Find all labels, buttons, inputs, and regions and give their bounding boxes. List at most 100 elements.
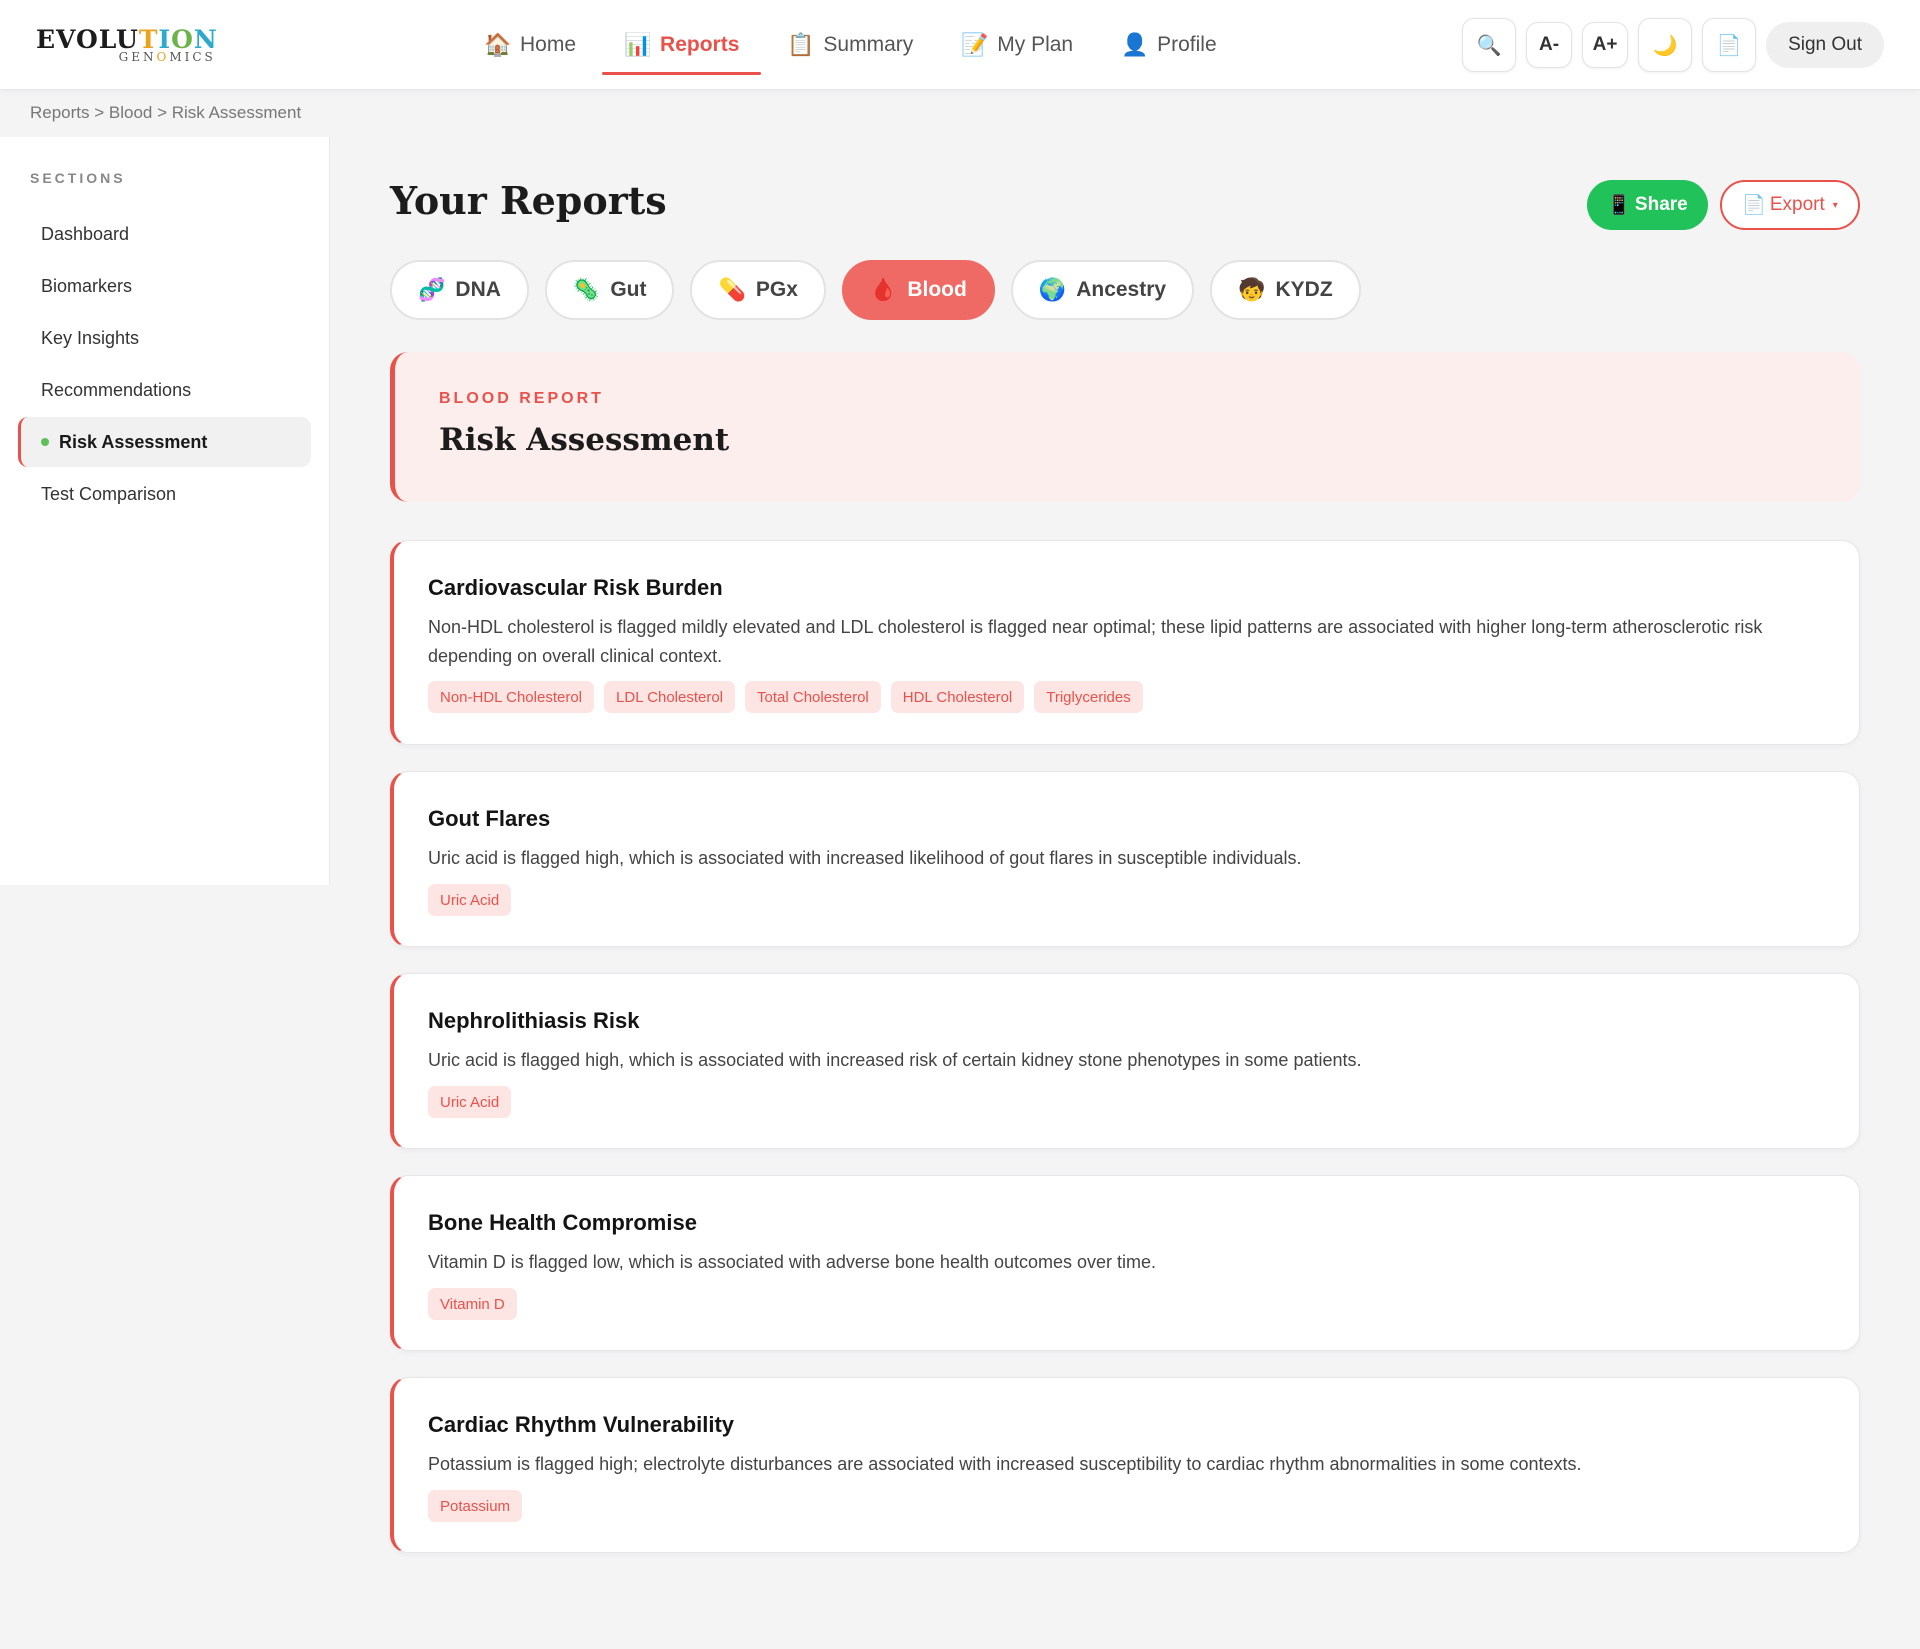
nav-home-label: Home — [520, 33, 577, 56]
sidebar-item-label: Biomarkers — [41, 275, 133, 296]
nav-reports-label: Reports — [660, 33, 740, 56]
sidebar-item-test-comparison[interactable]: Test Comparison — [18, 469, 311, 519]
biomarker-tag[interactable]: Potassium — [428, 1490, 523, 1522]
sign-out-button[interactable]: Sign Out — [1766, 22, 1884, 68]
nav-summary-label: Summary — [823, 33, 914, 56]
dna-icon: 🧬 — [418, 277, 446, 302]
biomarker-tags: Uric Acid — [428, 1086, 512, 1118]
user-icon: 👤 — [1121, 32, 1149, 57]
moon-icon: 🌙 — [1652, 34, 1678, 57]
sidebar-item-label: Risk Assessment — [59, 431, 208, 452]
tab-gut[interactable]: 🦠 Gut — [544, 260, 675, 320]
document-icon: 📄 — [1716, 34, 1742, 57]
sidebar-item-label: Key Insights — [41, 327, 140, 348]
risk-card-title: Nephrolithiasis Risk — [428, 1008, 640, 1033]
pill-icon: 💊 — [718, 277, 746, 302]
sidebar-item-label: Test Comparison — [41, 483, 177, 504]
nav-my-plan-label: My Plan — [997, 33, 1074, 56]
tab-label: KYDZ — [1275, 278, 1333, 301]
blood-drop-icon: 🩸 — [869, 277, 898, 302]
risk-card-description: Uric acid is flagged high, which is asso… — [428, 1050, 1362, 1070]
biomarker-tag[interactable]: HDL Cholesterol — [890, 681, 1025, 713]
top-navigation-bar: EVOLUTION GENOMICS 🏠 Home 📊 Reports 📋 Su… — [0, 0, 1920, 90]
biomarker-tag[interactable]: LDL Cholesterol — [604, 681, 736, 713]
tab-blood[interactable]: 🩸 Blood — [841, 260, 995, 320]
biomarker-tag[interactable]: Triglycerides — [1034, 681, 1143, 713]
nav-profile-label: Profile — [1157, 33, 1217, 56]
tab-label: Gut — [610, 278, 647, 301]
search-button[interactable]: 🔍 — [1462, 18, 1517, 72]
biomarker-tag[interactable]: Uric Acid — [428, 884, 512, 916]
font-increase-button[interactable]: A+ — [1582, 22, 1629, 68]
nav-my-plan[interactable]: 📝 My Plan — [939, 0, 1095, 90]
share-button[interactable]: 📱 Share — [1587, 180, 1708, 230]
export-label: Export — [1769, 194, 1825, 215]
section-kicker: BLOOD REPORT — [439, 390, 604, 407]
chevron-down-icon: ▾ — [1832, 199, 1838, 211]
risk-card-title: Bone Health Compromise — [428, 1210, 697, 1235]
document-button[interactable]: 📄 — [1702, 18, 1757, 72]
report-tabs: 🧬 DNA 🦠 Gut 💊 PGx 🩸 Blood 🌍 Ancestry 🧒 K… — [390, 260, 1361, 320]
risk-card-description: Non-HDL cholesterol is flagged mildly el… — [428, 617, 1763, 666]
dark-mode-toggle[interactable]: 🌙 — [1638, 18, 1693, 72]
house-icon: 🏠 — [484, 32, 512, 57]
risk-card-title: Cardiac Rhythm Vulnerability — [428, 1412, 735, 1437]
main-nav: 🏠 Home 📊 Reports 📋 Summary 📝 My Plan 👤 P… — [462, 0, 1243, 90]
evolution-genomics-logo[interactable]: EVOLUTION GENOMICS — [36, 26, 218, 65]
child-icon: 🧒 — [1238, 277, 1266, 302]
tab-kydz[interactable]: 🧒 KYDZ — [1210, 260, 1361, 320]
risk-card-title: Cardiovascular Risk Burden — [428, 575, 723, 600]
risk-card-cardiac-rhythm: Cardiac Rhythm Vulnerability Potassium i… — [390, 1377, 1860, 1553]
header-tools: 🔍 A- A+ 🌙 📄 Sign Out — [1462, 18, 1884, 72]
tab-dna[interactable]: 🧬 DNA — [390, 260, 529, 320]
sidebar-item-recommendations[interactable]: Recommendations — [18, 365, 311, 415]
risk-card-description: Uric acid is flagged high, which is asso… — [428, 848, 1302, 868]
nav-summary[interactable]: 📋 Summary — [765, 0, 935, 90]
biomarker-tags: Non-HDL Cholesterol LDL Cholesterol Tota… — [428, 681, 1143, 713]
sidebar-item-risk-assessment[interactable]: Risk Assessment — [18, 417, 311, 467]
risk-card-cardiovascular: Cardiovascular Risk Burden Non-HDL chole… — [390, 540, 1860, 745]
nav-home[interactable]: 🏠 Home — [462, 0, 598, 90]
active-dot-icon — [41, 438, 49, 446]
tab-pgx[interactable]: 💊 PGx — [690, 260, 826, 320]
biomarker-tags: Vitamin D — [428, 1288, 517, 1320]
sidebar-list: Dashboard Biomarkers Key Insights Recomm… — [18, 209, 311, 521]
risk-card-title: Gout Flares — [428, 806, 551, 831]
document-icon: 📄 — [1742, 195, 1766, 216]
memo-icon: 📝 — [961, 32, 989, 57]
sidebar-item-key-insights[interactable]: Key Insights — [18, 313, 311, 363]
tab-label: Ancestry — [1076, 278, 1167, 301]
page-title: Your Reports — [390, 178, 667, 223]
biomarker-tags: Potassium — [428, 1490, 523, 1522]
biomarker-tag[interactable]: Vitamin D — [428, 1288, 517, 1320]
search-icon: 🔍 — [1476, 34, 1502, 57]
nav-profile[interactable]: 👤 Profile — [1099, 0, 1239, 90]
risk-card-bone-health: Bone Health Compromise Vitamin D is flag… — [390, 1175, 1860, 1351]
sidebar-item-label: Dashboard — [41, 223, 130, 244]
phone-icon: 📱 — [1607, 195, 1631, 216]
section-title: Risk Assessment — [439, 422, 730, 458]
biomarker-tag[interactable]: Total Cholesterol — [745, 681, 881, 713]
sidebar-heading: SECTIONS — [30, 170, 126, 186]
risk-card-gout: Gout Flares Uric acid is flagged high, w… — [390, 771, 1860, 947]
globe-icon: 🌍 — [1038, 277, 1067, 302]
biomarker-tag[interactable]: Non-HDL Cholesterol — [428, 681, 595, 713]
sidebar-item-dashboard[interactable]: Dashboard — [18, 209, 311, 259]
tab-label: PGx — [755, 278, 798, 301]
tab-label: DNA — [455, 278, 501, 301]
tab-label: Blood — [907, 278, 967, 301]
biomarker-tags: Uric Acid — [428, 884, 512, 916]
microbe-icon: 🦠 — [572, 277, 601, 302]
nav-reports[interactable]: 📊 Reports — [602, 0, 762, 90]
font-decrease-button[interactable]: A- — [1526, 22, 1573, 68]
risk-card-description: Potassium is flagged high; electrolyte d… — [428, 1454, 1582, 1474]
biomarker-tag[interactable]: Uric Acid — [428, 1086, 512, 1118]
section-header: BLOOD REPORT Risk Assessment — [390, 352, 1860, 502]
share-label: Share — [1634, 194, 1688, 215]
tab-ancestry[interactable]: 🌍 Ancestry — [1010, 260, 1195, 320]
breadcrumb[interactable]: Reports > Blood > Risk Assessment — [30, 103, 301, 123]
sidebar-item-biomarkers[interactable]: Biomarkers — [18, 261, 311, 311]
risk-card-nephrolithiasis: Nephrolithiasis Risk Uric acid is flagge… — [390, 973, 1860, 1149]
sidebar-item-label: Recommendations — [41, 379, 192, 400]
export-button[interactable]: 📄 Export ▾ — [1720, 180, 1860, 230]
